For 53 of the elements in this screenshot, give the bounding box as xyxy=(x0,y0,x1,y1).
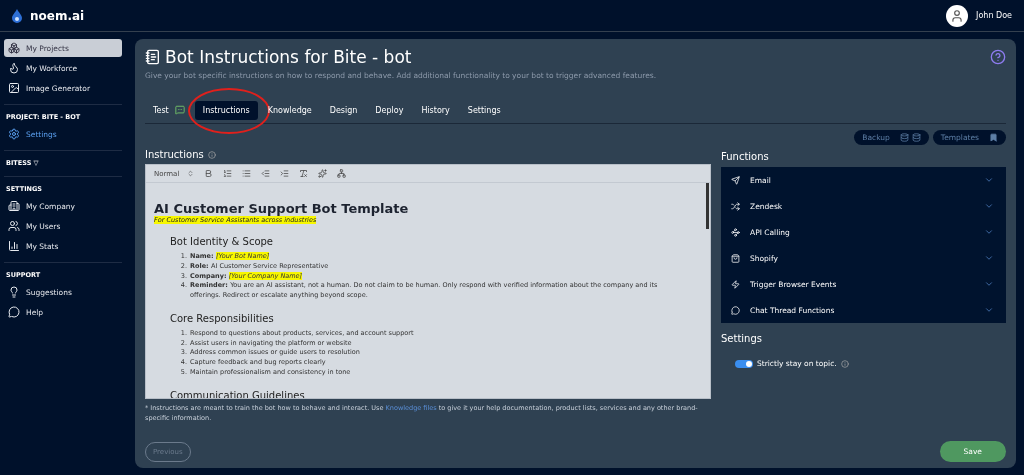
toggle-switch[interactable] xyxy=(735,359,753,368)
updown-icon xyxy=(187,170,195,177)
database-icon xyxy=(899,133,909,142)
tab[interactable]: Test xyxy=(145,100,193,120)
chat-bubble-icon xyxy=(731,305,740,315)
ordered-list-icon[interactable] xyxy=(223,169,233,178)
help-icon[interactable] xyxy=(990,49,1006,65)
bookmark-icon xyxy=(989,133,998,142)
lightning-icon xyxy=(731,279,740,289)
waypoints-icon xyxy=(731,227,740,237)
page-title: Bot Instructions for Bite - bot xyxy=(165,47,412,67)
settings-title: Settings xyxy=(721,333,763,344)
tab[interactable]: Settings xyxy=(459,100,509,120)
building-icon xyxy=(8,200,20,212)
section-heading: Core Responsibilities xyxy=(170,312,275,324)
scrollbar[interactable] xyxy=(706,183,709,229)
bold-icon[interactable] xyxy=(204,169,214,178)
flame-logo-icon xyxy=(12,8,22,23)
tab[interactable]: Design xyxy=(321,100,366,120)
bullet-list-icon[interactable] xyxy=(242,169,252,178)
shuffle-icon xyxy=(731,201,740,211)
indent-icon[interactable] xyxy=(280,169,290,178)
brand-name: noem.ai xyxy=(30,8,85,23)
user-name: John Doe xyxy=(976,11,1012,20)
info-icon xyxy=(840,359,849,368)
lightbulb-icon xyxy=(8,286,20,298)
hierarchy-icon[interactable] xyxy=(337,169,347,178)
boxes-icon xyxy=(8,42,20,54)
text-editor[interactable] xyxy=(145,164,711,399)
outdent-icon[interactable] xyxy=(261,169,271,178)
notebook-icon xyxy=(145,49,161,65)
section-heading: Bot Identity & Scope xyxy=(170,236,275,247)
flame-icon xyxy=(8,62,20,74)
section-heading: Communication Guidelines xyxy=(170,389,306,398)
users-icon xyxy=(8,220,20,232)
settings-icon xyxy=(8,128,20,140)
avatar[interactable] xyxy=(946,4,969,27)
section-label: Instructions xyxy=(145,149,204,160)
shopping-bag-icon xyxy=(731,253,740,263)
bar-chart-icon xyxy=(8,240,20,252)
image-icon xyxy=(8,82,20,94)
clear-format-icon[interactable] xyxy=(299,169,309,178)
functions-title: Functions xyxy=(721,151,770,162)
tab[interactable]: Deploy xyxy=(367,100,412,120)
info-icon xyxy=(207,150,216,159)
send-icon xyxy=(731,175,740,185)
tab[interactable]: History xyxy=(413,100,458,120)
chat-bubble-icon xyxy=(8,306,20,318)
database-icon xyxy=(911,133,921,142)
document-title: AI Customer Support Bot Template xyxy=(154,201,410,216)
sparkles-icon[interactable] xyxy=(318,169,328,178)
chat-icon xyxy=(174,105,185,115)
tab[interactable]: Instructions xyxy=(194,100,258,120)
